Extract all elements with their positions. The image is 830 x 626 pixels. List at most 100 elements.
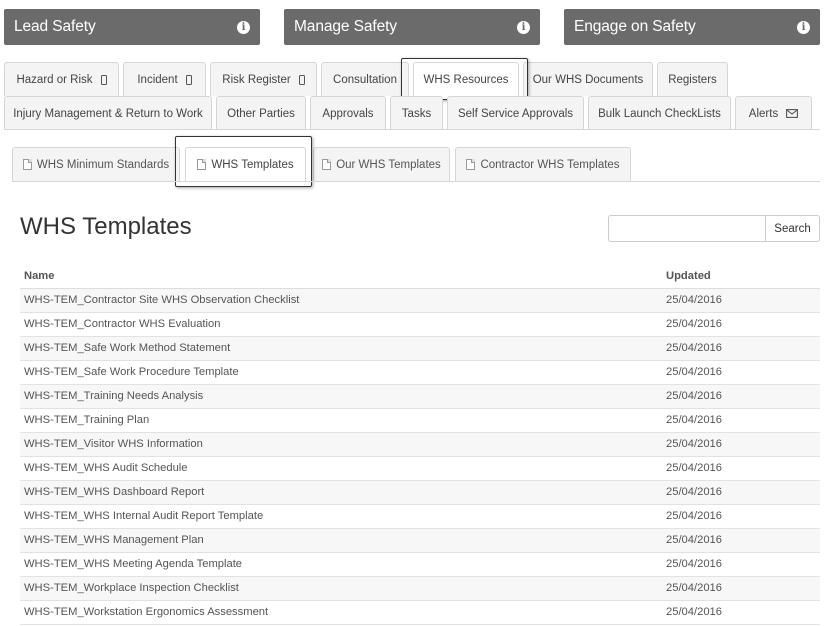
table-row[interactable]: WHS-TEM_Contractor Site WHS Observation … [20,288,820,313]
info-icon[interactable]: i [797,20,810,34]
subtab-label: Contractor WHS Templates [480,158,620,171]
engage-on-safety-label: Engage on Safety [574,18,696,35]
template-name-cell[interactable]: WHS-TEM_Safe Work Procedure Template [20,360,662,385]
template-name-cell[interactable]: WHS-TEM_Training Plan [20,408,662,433]
updated-date-cell: 25/04/2016 [662,360,820,385]
tab-label: Approvals [322,107,374,120]
tab-hazard-or-risk[interactable]: Hazard or Risk [4,62,119,96]
tab-registers[interactable]: Registers [657,62,728,96]
table-header-row: Name Updated [20,265,820,289]
template-name-cell[interactable]: WHS-TEM_Visitor WHS Information [20,432,662,457]
updated-date-cell: 25/04/2016 [662,600,820,625]
template-name-cell[interactable]: WHS-TEM_Safe Work Method Statement [20,336,662,361]
template-name-cell[interactable]: WHS-TEM_Contractor WHS Evaluation [20,312,662,337]
table-row[interactable]: WHS-TEM_Workstation Ergonomics Assessmen… [20,600,820,625]
template-name-cell[interactable]: WHS-TEM_Contractor Site WHS Observation … [20,288,662,313]
tab-label: Other Parties [227,107,295,120]
tab-self-service-approvals[interactable]: Self Service Approvals [447,96,584,130]
subtab-whs-minimum-standards[interactable]: WHS Minimum Standards [12,147,180,181]
updated-date-cell: 25/04/2016 [662,432,820,457]
updated-date-cell: 25/04/2016 [662,480,820,505]
tab-label: Alerts [748,107,779,120]
subtab-label: Our WHS Templates [336,158,441,171]
template-name-cell[interactable]: WHS-TEM_WHS Audit Schedule [20,456,662,481]
table-row[interactable]: WHS-TEM_Training Plan 25/04/2016 [20,408,820,433]
manage-safety-label: Manage Safety [294,18,397,35]
tab-alerts[interactable]: Alerts [735,96,812,130]
lead-safety-label: Lead Safety [14,18,96,35]
table-row[interactable]: WHS-TEM_Contractor WHS Evaluation 25/04/2… [20,312,820,337]
table-row[interactable]: WHS-TEM_WHS Audit Schedule 25/04/2016 [20,456,820,481]
updated-date-cell: 25/04/2016 [662,504,820,529]
updated-date-cell: 25/04/2016 [662,552,820,577]
column-header-updated[interactable]: Updated [662,265,820,289]
tab-our-whs-documents[interactable]: Our WHS Documents [523,62,653,96]
tab-other-parties[interactable]: Other Parties [216,96,306,130]
subtab-contractor-whs-templates[interactable]: Contractor WHS Templates [455,147,631,181]
updated-date-cell: 25/04/2016 [662,456,820,481]
info-icon[interactable]: i [237,20,250,34]
tab-label: Risk Register [222,73,291,86]
template-name-cell[interactable]: WHS-TEM_WHS Dashboard Report [20,480,662,505]
table-row[interactable]: WHS-TEM_Visitor WHS Information 25/04/201… [20,432,820,457]
subtab-label: WHS Minimum Standards [36,158,170,171]
template-name-cell[interactable]: WHS-TEM_WHS Meeting Agenda Template [20,552,662,577]
tab-label: Registers [668,73,717,86]
document-icon [322,159,332,170]
manage-safety-button[interactable]: Manage Safety i [284,9,540,45]
table-row[interactable]: WHS-TEM_Workplace Inspection Checklist 25… [20,576,820,601]
table-row[interactable]: WHS-TEM_WHS Management Plan 25/04/2016 [20,528,820,553]
subtab-label: WHS Templates [211,158,294,171]
table-row[interactable]: WHS-TEM_Training Needs Analysis 25/04/201… [20,384,820,409]
search-input[interactable] [608,215,766,242]
tab-label: WHS Resources [423,73,509,86]
search-button[interactable]: Search [765,215,820,242]
subtab-whs-templates[interactable]: WHS Templates [185,147,306,181]
updated-date-cell: 25/04/2016 [662,336,820,361]
subtab-divider [12,181,820,182]
table-row[interactable]: WHS-TEM_WHS Dashboard Report 25/04/2016 [20,480,820,505]
tab-risk-register[interactable]: Risk Register [210,62,317,96]
document-icon [22,159,32,170]
tab-label: Bulk Launch CheckLists [598,107,721,120]
tab-approvals[interactable]: Approvals [310,96,386,130]
template-name-cell[interactable]: WHS-TEM_Workstation Ergonomics Assessmen… [20,600,662,625]
updated-date-cell: 25/04/2016 [662,288,820,313]
tab-consultation[interactable]: Consultation [321,62,409,96]
tab-injury-management[interactable]: Injury Management & Return to Work [4,96,212,130]
updated-date-cell: 25/04/2016 [662,384,820,409]
mobile-icon [185,74,192,85]
template-name-cell[interactable]: WHS-TEM_WHS Internal Audit Report Templa… [20,504,662,529]
tab-label: Injury Management & Return to Work [13,107,203,120]
lead-safety-button[interactable]: Lead Safety i [4,9,260,45]
subtab-our-whs-templates[interactable]: Our WHS Templates [313,147,450,181]
tab-whs-resources[interactable]: WHS Resources [413,62,519,96]
template-name-cell[interactable]: WHS-TEM_Training Needs Analysis [20,384,662,409]
tab-bulk-launch-checklists[interactable]: Bulk Launch CheckLists [588,96,731,130]
tab-incident[interactable]: Incident [123,62,206,96]
tab-tasks[interactable]: Tasks [390,96,443,130]
table-row[interactable]: WHS-TEM_WHS Internal Audit Report Templa… [20,504,820,529]
tab-label: Self Service Approvals [457,107,574,120]
info-icon[interactable]: i [517,20,530,34]
table-row[interactable]: WHS-TEM_WHS Meeting Agenda Template 25/04… [20,552,820,577]
template-name-cell[interactable]: WHS-TEM_WHS Management Plan [20,528,662,553]
updated-date-cell: 25/04/2016 [662,312,820,337]
column-header-name[interactable]: Name [20,265,662,289]
template-name-cell[interactable]: WHS-TEM_Workplace Inspection Checklist [20,576,662,601]
updated-date-cell: 25/04/2016 [662,408,820,433]
tab-label: Tasks [401,107,432,120]
page-title: WHS Templates [20,213,192,240]
table-row[interactable]: WHS-TEM_Safe Work Procedure Template 25/0… [20,360,820,385]
engage-on-safety-button[interactable]: Engage on Safety i [564,9,820,45]
tab-label: Our WHS Documents [532,73,644,86]
document-icon [197,159,207,170]
mobile-icon [100,74,107,85]
tab-label: Hazard or Risk [16,73,93,86]
templates-table: Name Updated WHS-TEM_Contractor Site WHS… [20,265,820,625]
table-row[interactable]: WHS-TEM_Safe Work Method Statement 25/04/… [20,336,820,361]
mobile-icon [298,74,305,85]
tab-label: Consultation [333,73,397,86]
tab-divider [4,129,820,130]
envelope-icon [786,109,799,118]
